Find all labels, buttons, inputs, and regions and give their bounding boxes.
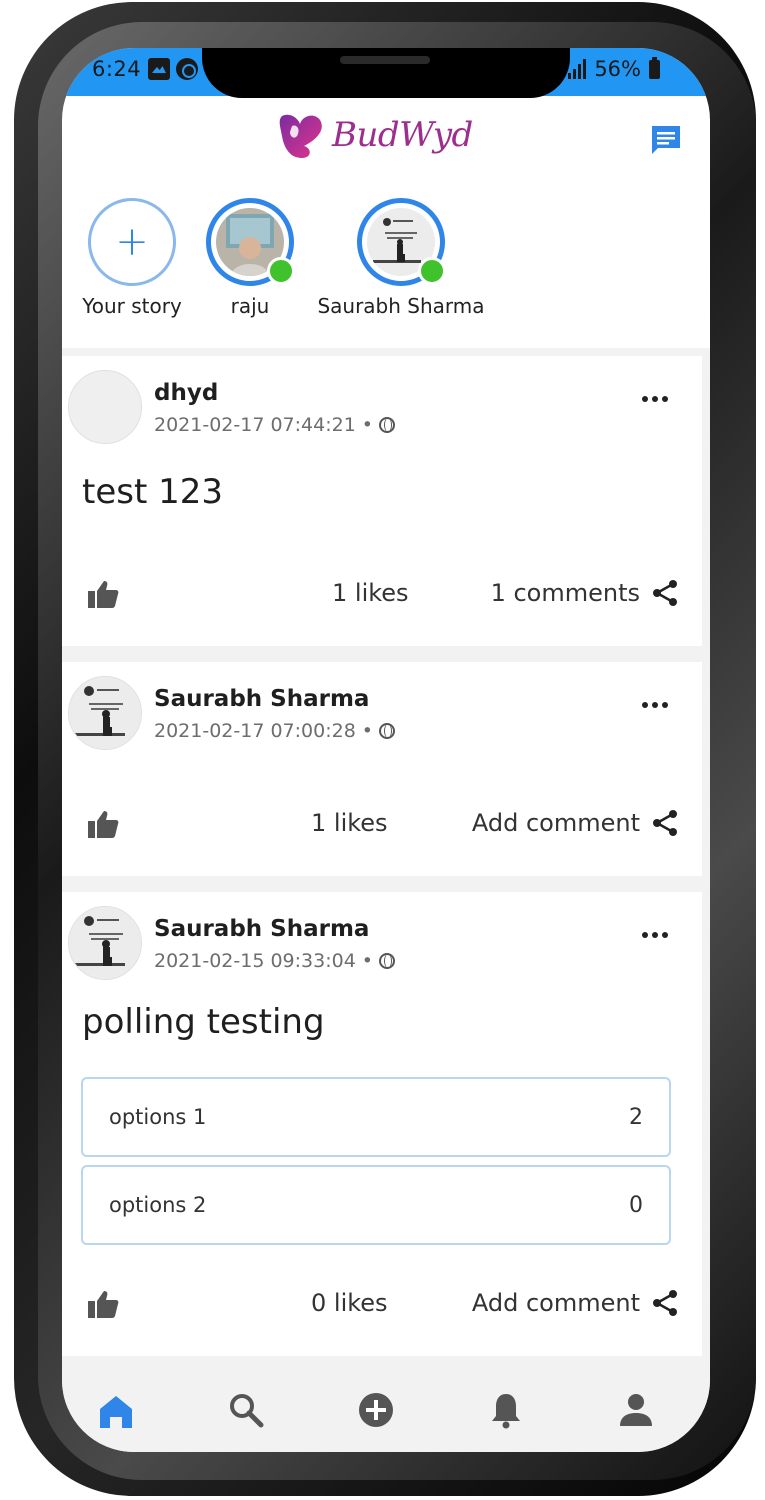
camera-notch <box>202 48 570 98</box>
app-screen: 6:24 56% BudWyd + Your story raju Saurab… <box>62 48 710 1452</box>
logo-text: BudWyd <box>332 115 473 155</box>
app-logo: BudWyd <box>276 110 473 160</box>
post-actions: 1 likes Add comment <box>62 802 702 846</box>
story-saurabh-sharma[interactable]: Saurabh Sharma <box>308 198 494 318</box>
poll-option-count: 0 <box>629 1193 643 1218</box>
post-card: Saurabh Sharma 2021-02-17 07:00:28 • 1 l… <box>62 662 702 876</box>
post-actions: 0 likes Add comment <box>62 1282 702 1326</box>
likes-count[interactable]: 1 likes <box>332 579 409 607</box>
more-options-icon[interactable] <box>642 932 668 938</box>
post-meta: 2021-02-15 09:33:04 • <box>154 950 396 972</box>
bottom-tab-bar <box>62 1378 710 1452</box>
home-icon[interactable] <box>96 1392 136 1432</box>
author-avatar[interactable] <box>68 370 142 444</box>
search-icon[interactable] <box>226 1390 266 1430</box>
add-post-icon[interactable] <box>356 1390 396 1430</box>
post-timestamp: 2021-02-17 07:44:21 <box>154 414 356 436</box>
post-author[interactable]: dhyd <box>154 380 218 406</box>
post-timestamp: 2021-02-17 07:00:28 <box>154 720 356 742</box>
story-avatar-ring[interactable] <box>206 198 295 286</box>
share-icon[interactable] <box>650 578 680 608</box>
poll-option-label: options 1 <box>109 1105 207 1129</box>
signal-icon <box>568 59 587 79</box>
post-timestamp: 2021-02-15 09:33:04 <box>154 950 356 972</box>
globe-icon <box>379 417 396 433</box>
meta-separator: • <box>361 720 374 742</box>
post-text: polling testing <box>82 1002 325 1042</box>
like-icon[interactable] <box>86 578 120 610</box>
app-notification-icon <box>176 58 198 80</box>
more-options-icon[interactable] <box>642 702 668 708</box>
likes-count[interactable]: 1 likes <box>311 809 388 837</box>
logo-heart-icon <box>279 114 322 158</box>
post-author[interactable]: Saurabh Sharma <box>154 916 369 942</box>
post-card: Saurabh Sharma 2021-02-15 09:33:04 • pol… <box>62 892 702 1356</box>
add-comment-link[interactable]: Add comment <box>472 1289 640 1317</box>
story-label: Your story <box>82 294 182 318</box>
more-options-icon[interactable] <box>642 396 668 402</box>
battery-percent: 56% <box>594 57 641 81</box>
story-raju[interactable]: raju <box>204 198 296 318</box>
add-story-button[interactable]: + <box>88 198 176 286</box>
add-comment-link[interactable]: Add comment <box>472 809 640 837</box>
post-meta: 2021-02-17 07:00:28 • <box>154 720 396 742</box>
story-label: Saurabh Sharma <box>317 294 485 318</box>
poll-option-count: 2 <box>629 1105 643 1130</box>
online-indicator <box>267 257 295 285</box>
story-your-story[interactable]: + Your story <box>82 198 182 318</box>
post-text: test 123 <box>82 472 223 512</box>
battery-icon <box>649 56 660 79</box>
author-avatar[interactable] <box>68 906 142 980</box>
poll-option[interactable]: options 1 2 <box>81 1077 671 1157</box>
post-card: dhyd 2021-02-17 07:44:21 • test 123 1 li… <box>62 356 702 646</box>
speaker-grille <box>340 56 430 64</box>
like-icon[interactable] <box>86 808 120 840</box>
share-icon[interactable] <box>650 808 680 838</box>
globe-icon <box>379 723 396 739</box>
share-icon[interactable] <box>650 1288 680 1318</box>
stories-strip: + Your story raju Saurabh Sharma <box>62 188 710 348</box>
comments-link[interactable]: 1 comments <box>491 579 640 607</box>
profile-icon[interactable] <box>616 1390 656 1430</box>
poll-option-label: options 2 <box>109 1193 207 1217</box>
post-author[interactable]: Saurabh Sharma <box>154 686 369 712</box>
online-indicator <box>418 257 446 285</box>
author-avatar[interactable] <box>68 676 142 750</box>
meta-separator: • <box>361 950 374 972</box>
app-header: BudWyd <box>62 96 710 186</box>
status-time: 6:24 <box>92 57 142 81</box>
plus-icon: + <box>115 219 149 265</box>
chat-icon[interactable] <box>648 122 684 158</box>
like-icon[interactable] <box>86 1288 120 1320</box>
post-actions: 1 likes 1 comments <box>62 572 702 616</box>
meta-separator: • <box>361 414 374 436</box>
poll-option[interactable]: options 2 0 <box>81 1165 671 1245</box>
story-label: raju <box>230 294 270 318</box>
globe-icon <box>379 953 396 969</box>
likes-count[interactable]: 0 likes <box>311 1289 388 1317</box>
post-meta: 2021-02-17 07:44:21 • <box>154 414 396 436</box>
notifications-icon[interactable] <box>486 1390 526 1430</box>
gallery-notification-icon <box>148 58 170 80</box>
story-avatar-ring[interactable] <box>357 198 446 286</box>
